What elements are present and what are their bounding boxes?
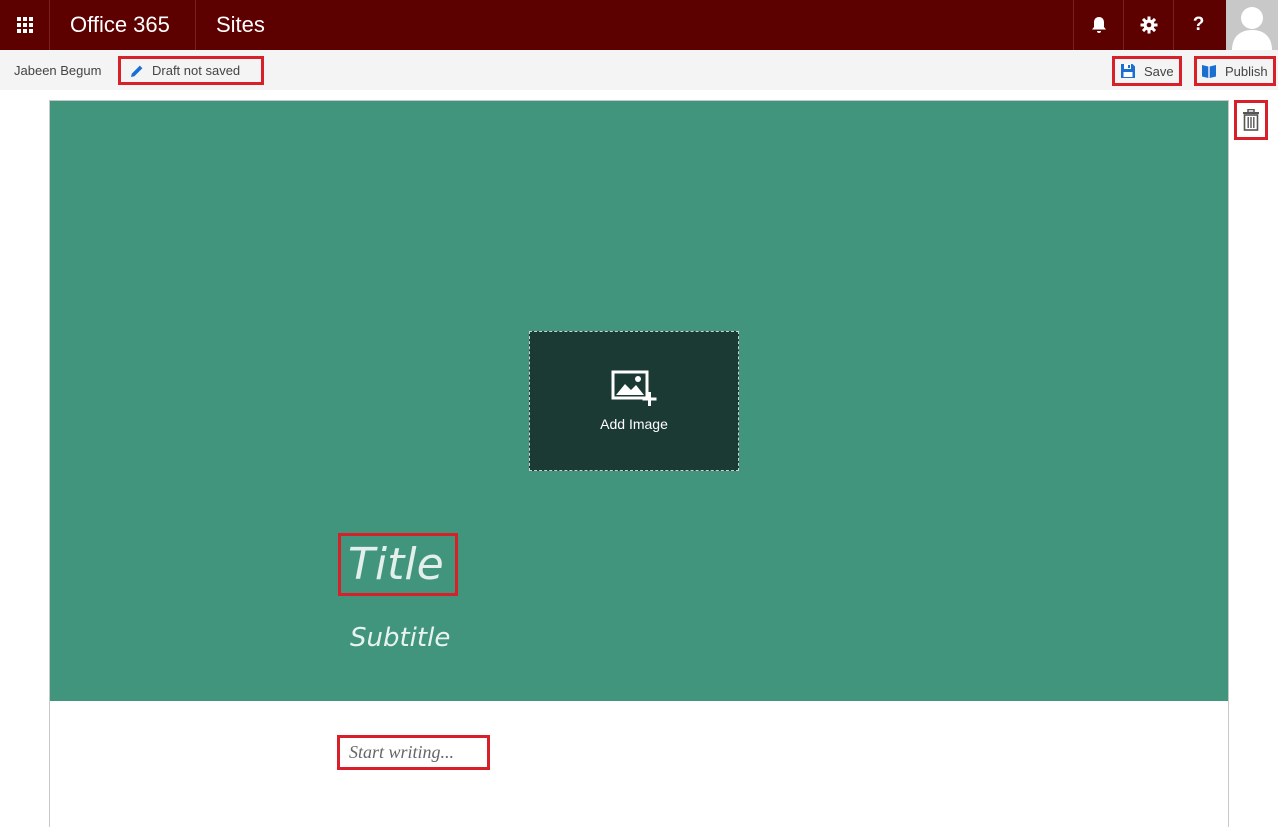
delete-button[interactable]	[1234, 100, 1268, 140]
notifications-button[interactable]	[1073, 0, 1123, 50]
help-icon: ?	[1192, 14, 1205, 35]
page-canvas: Add Image Title Subtitle Start writing..…	[49, 100, 1229, 827]
command-bar: Jabeen Begum Draft not saved Save Publis…	[0, 50, 1278, 90]
draft-status: Draft not saved	[118, 56, 264, 85]
title-region: Add Image Title Subtitle	[50, 101, 1228, 701]
office-365-brand[interactable]: Office 365	[50, 0, 196, 50]
publish-label: Publish	[1225, 63, 1268, 79]
add-image-label: Add Image	[600, 416, 668, 432]
publish-button[interactable]: Publish	[1194, 56, 1276, 86]
publish-book-icon	[1202, 65, 1216, 78]
draft-status-label: Draft not saved	[152, 63, 241, 78]
subtitle-field[interactable]: Subtitle	[350, 623, 450, 653]
help-button[interactable]: ?	[1173, 0, 1223, 50]
gear-icon	[1140, 16, 1157, 34]
add-image-button[interactable]: Add Image	[529, 331, 739, 471]
settings-button[interactable]	[1123, 0, 1173, 50]
suite-bar: Office 365 Sites ?	[0, 0, 1278, 50]
body-text-placeholder: Start writing...	[349, 742, 455, 762]
save-icon	[1121, 64, 1135, 78]
body-text-field[interactable]: Start writing...	[337, 735, 490, 770]
trash-icon	[1243, 109, 1259, 131]
title-field[interactable]: Title	[338, 533, 458, 596]
save-label: Save	[1144, 63, 1174, 79]
bell-icon	[1091, 17, 1106, 33]
app-launcher-button[interactable]	[0, 0, 50, 50]
sites-app-name[interactable]: Sites	[196, 0, 265, 50]
user-avatar-button[interactable]	[1226, 0, 1278, 50]
title-placeholder: Title	[348, 539, 444, 590]
add-image-icon	[611, 370, 657, 406]
save-button[interactable]: Save	[1112, 56, 1182, 86]
user-avatar-icon	[1232, 7, 1272, 50]
author-name: Jabeen Begum	[14, 62, 102, 78]
pencil-icon	[131, 65, 143, 77]
app-launcher-icon	[16, 17, 33, 33]
